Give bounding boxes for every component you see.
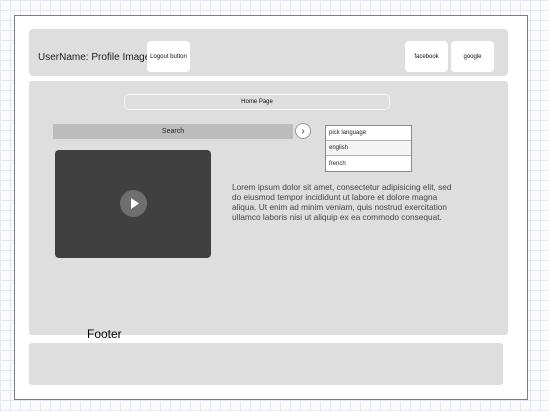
play-icon (131, 198, 139, 209)
footer-label: Footer (87, 327, 122, 341)
language-option-french[interactable]: french (326, 156, 411, 171)
chevron-right-icon: › (301, 125, 305, 137)
language-selected[interactable]: pick language (326, 126, 411, 141)
logout-button[interactable]: Logout button (147, 41, 190, 72)
language-select[interactable]: pick language english french (325, 125, 412, 172)
body-text: Lorem ipsum dolor sit amet, consectetur … (232, 182, 452, 222)
user-label: UserName: Profile Image: (38, 52, 154, 63)
search-go-button[interactable]: › (295, 123, 311, 139)
footer-panel (29, 343, 503, 385)
search-input[interactable]: Search (53, 124, 293, 139)
play-button[interactable] (120, 190, 147, 217)
language-option-english[interactable]: english (326, 141, 411, 156)
google-button[interactable]: google (451, 41, 494, 72)
home-page-link[interactable]: Home Page (124, 94, 390, 110)
video-player[interactable] (55, 150, 211, 258)
facebook-button[interactable]: facebook (405, 41, 448, 72)
